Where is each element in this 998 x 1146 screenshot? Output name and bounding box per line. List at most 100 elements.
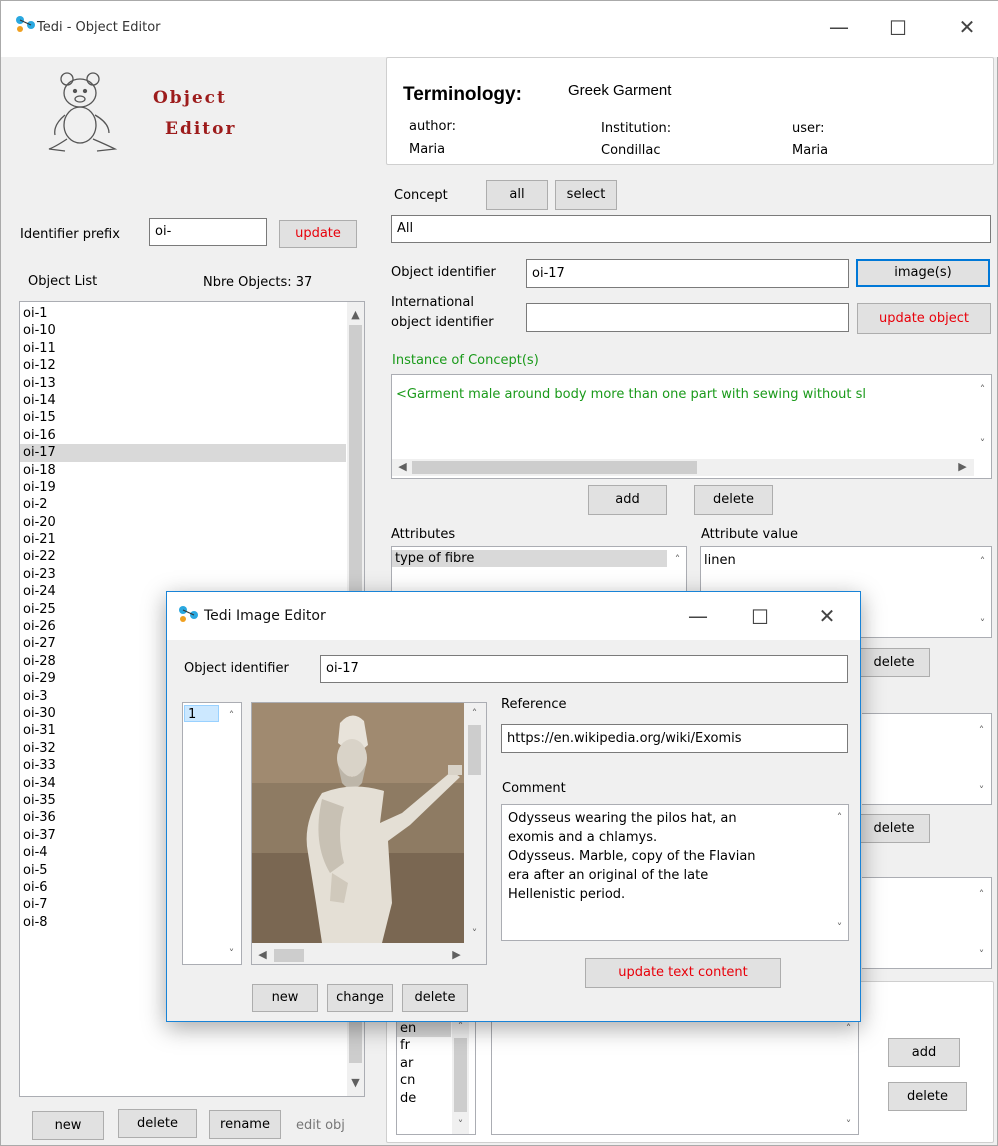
scrollbar-thumb[interactable] [468,725,481,775]
instance-of-label: Instance of Concept(s) [392,353,539,368]
language-scrollbar[interactable]: ˄ ˅ [452,1018,469,1134]
scroll-left-arrow-icon[interactable]: ◀ [254,948,271,962]
concept-all-button[interactable]: all [486,180,548,210]
scroll-down-arrow-icon[interactable]: ˅ [973,948,990,962]
object-list-item[interactable]: oi-15 [20,409,346,426]
scroll-down-arrow-icon[interactable]: ˅ [831,921,848,935]
scroll-down-arrow-icon[interactable]: ˅ [223,947,240,961]
object-list-item[interactable]: oi-2 [20,496,346,513]
scroll-down-arrow-icon[interactable]: ▼ [347,1076,364,1090]
language-list[interactable]: en fr ar cn de ˄ ˅ [396,1017,476,1135]
language-list-item[interactable]: cn [397,1072,451,1089]
object-list-item[interactable]: oi-12 [20,357,346,374]
scrollbar-thumb[interactable] [454,1038,467,1112]
scroll-up-arrow-icon[interactable]: ▲ [347,308,364,322]
object-list-item[interactable]: oi-16 [20,427,346,444]
maximize-button[interactable]: ☐ [740,607,780,627]
image-index-list[interactable]: 1 ˄ ˅ [182,702,242,965]
secondary-value-box[interactable]: ˄ ˅ [862,713,992,805]
image-preview: ˄ ˅ ◀ ▶ [251,702,487,965]
minimize-button[interactable]: — [819,17,859,37]
comment-box[interactable]: Odysseus wearing the pilos hat, an exomis… [501,804,849,941]
delete-attribute-button[interactable]: delete [858,648,930,677]
image-index-item[interactable]: 1 [184,705,219,723]
new-image-button[interactable]: new [252,984,318,1012]
language-list-item[interactable]: en [397,1020,451,1038]
concept-field[interactable]: All [391,215,991,243]
delete-language-button[interactable]: delete [888,1082,967,1111]
scroll-down-arrow-icon[interactable]: ˅ [974,617,991,631]
object-list-item[interactable]: oi-14 [20,392,346,409]
language-text-box[interactable]: ˄ ˅ [491,1017,859,1135]
attributes-scrollbar[interactable]: ˄ [669,547,686,595]
delete-image-button[interactable]: delete [402,984,468,1012]
object-list-item[interactable]: oi-21 [20,531,346,548]
scroll-up-arrow-icon[interactable]: ˄ [974,555,991,569]
new-object-button[interactable]: new [32,1111,104,1140]
scrollbar-thumb[interactable] [274,949,304,962]
maximize-button[interactable]: ☐ [878,18,918,38]
rename-object-button[interactable]: rename [209,1110,281,1139]
object-list-item[interactable]: oi-1 [20,305,346,322]
scroll-up-arrow-icon[interactable]: ˄ [466,707,483,721]
scroll-up-arrow-icon[interactable]: ˄ [973,888,990,902]
delete-concept-button[interactable]: delete [694,485,773,515]
scrollbar-thumb[interactable] [412,461,697,474]
attribute-list-item[interactable]: type of fibre [392,550,667,568]
scroll-down-arrow-icon[interactable]: ˅ [840,1118,857,1132]
institution-label: Institution: [601,121,672,136]
instance-of-box[interactable]: <Garment male around body more than one … [391,374,992,479]
language-list-item[interactable]: ar [397,1055,451,1072]
attributes-list[interactable]: type of fibre ˄ [391,546,687,596]
object-identifier-field[interactable]: oi-17 [526,259,849,288]
add-language-button[interactable]: add [888,1038,960,1067]
object-list-item[interactable]: oi-17 [20,444,346,462]
dialog-title-bar: Tedi Image Editor — ☐ ✕ [167,592,860,640]
language-list-item[interactable]: de [397,1090,451,1107]
dialog-object-identifier-field[interactable]: oi-17 [320,655,848,683]
scroll-down-arrow-icon[interactable]: ˅ [973,784,990,798]
object-list-item[interactable]: oi-23 [20,566,346,583]
object-list-item[interactable]: oi-18 [20,462,346,479]
images-button[interactable]: image(s) [856,259,990,287]
object-list-item[interactable]: oi-11 [20,340,346,357]
scroll-down-arrow-icon[interactable]: ˅ [974,437,991,451]
language-list-item[interactable]: fr [397,1037,451,1054]
reference-field[interactable]: https://en.wikipedia.org/wiki/Exomis [501,724,848,753]
update-object-button[interactable]: update object [857,303,991,334]
scroll-up-arrow-icon[interactable]: ˄ [840,1022,857,1036]
scroll-right-arrow-icon[interactable]: ▶ [954,460,971,474]
delete-secondary-button[interactable]: delete [858,814,930,843]
international-id-field[interactable] [526,303,849,332]
scroll-up-arrow-icon[interactable]: ˄ [974,383,991,397]
update-prefix-button[interactable]: update [279,220,357,248]
delete-object-button[interactable]: delete [118,1109,197,1138]
scroll-up-arrow-icon[interactable]: ˄ [223,709,240,723]
object-list-item[interactable]: oi-13 [20,375,346,392]
object-list-item[interactable]: oi-19 [20,479,346,496]
identifier-prefix-input[interactable]: oi- [149,218,267,246]
close-button[interactable]: ✕ [947,17,987,37]
instance-vscroll[interactable]: ˄ ˅ [974,375,991,458]
object-list-item[interactable]: oi-20 [20,514,346,531]
scroll-up-arrow-icon[interactable]: ˄ [452,1020,469,1034]
object-list-item[interactable]: oi-10 [20,322,346,339]
scroll-up-arrow-icon[interactable]: ˄ [973,724,990,738]
update-text-content-button[interactable]: update text content [585,958,781,988]
scroll-left-arrow-icon[interactable]: ◀ [394,460,411,474]
tertiary-value-box[interactable]: ˄ ˅ [862,877,992,969]
minimize-button[interactable]: — [678,606,718,626]
scroll-down-arrow-icon[interactable]: ˅ [466,927,483,941]
object-list-item[interactable]: oi-22 [20,548,346,565]
scroll-up-arrow-icon[interactable]: ˄ [831,811,848,825]
image-hscroll[interactable]: ◀ ▶ [252,947,466,964]
scroll-right-arrow-icon[interactable]: ▶ [448,948,465,962]
close-button[interactable]: ✕ [807,606,847,626]
change-image-button[interactable]: change [327,984,393,1012]
scroll-down-arrow-icon[interactable]: ˅ [452,1118,469,1132]
image-vscroll[interactable]: ˄ ˅ [466,703,483,947]
instance-hscroll[interactable]: ◀ ▶ [392,459,974,476]
concept-select-button[interactable]: select [555,180,617,210]
scroll-up-arrow-icon[interactable]: ˄ [669,553,686,567]
add-concept-button[interactable]: add [588,485,667,515]
